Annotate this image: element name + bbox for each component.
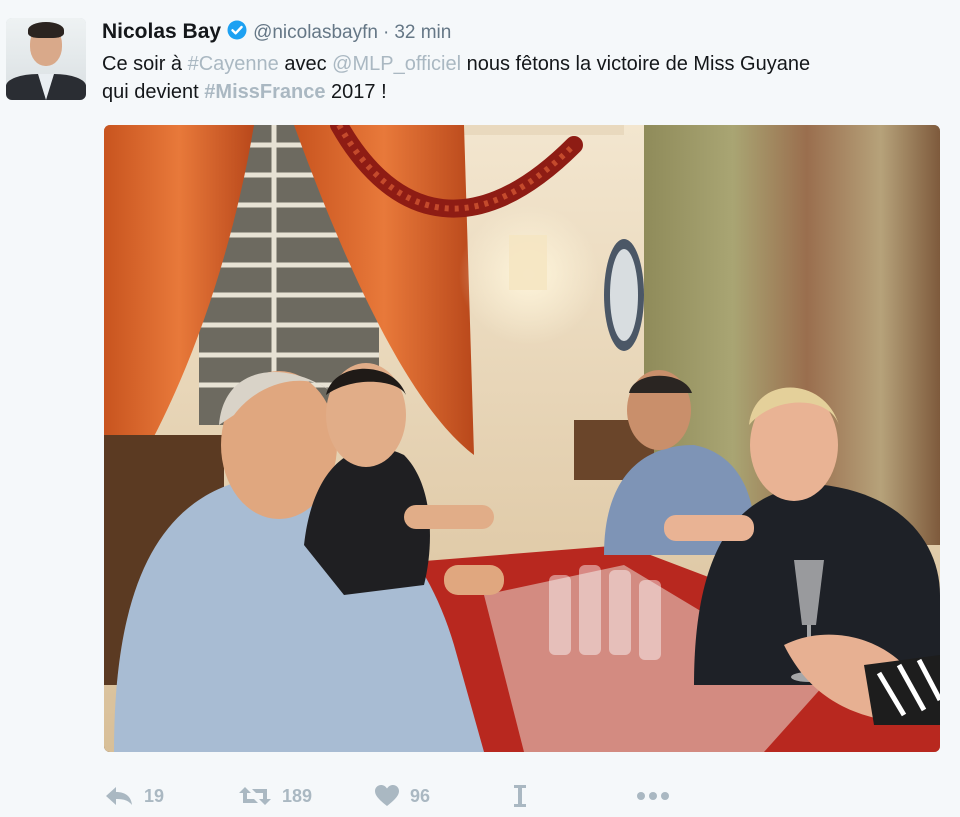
analytics-icon bbox=[513, 783, 527, 809]
tweet-actions: 19 189 96 bbox=[0, 778, 960, 814]
tweet: Nicolas Bay @nicolasbayfn · 32 min Ce so… bbox=[0, 0, 960, 817]
reply-icon bbox=[104, 785, 134, 807]
retweet-count: 189 bbox=[282, 785, 313, 806]
like-count: 96 bbox=[410, 785, 431, 806]
separator-dot: · bbox=[382, 22, 390, 43]
retweet-icon bbox=[238, 785, 272, 807]
tweet-timestamp[interactable]: 32 min bbox=[394, 22, 451, 44]
tweet-text-part: 2017 ! bbox=[325, 81, 387, 103]
reply-count: 19 bbox=[144, 785, 165, 806]
tweet-text-part: Ce soir à bbox=[102, 53, 188, 75]
tweet-text-part: qui devient bbox=[102, 81, 205, 103]
retweet-button[interactable]: 189 bbox=[238, 778, 312, 814]
verified-badge-icon bbox=[227, 20, 247, 40]
reply-button[interactable]: 19 bbox=[104, 778, 164, 814]
more-dots-icon bbox=[636, 791, 670, 801]
hashtag-link[interactable]: #Cayenne bbox=[188, 53, 279, 75]
tweet-text-part: nous fêtons la victoire de Miss Guyane bbox=[461, 53, 811, 75]
avatar[interactable] bbox=[6, 18, 86, 100]
heart-icon bbox=[374, 784, 400, 808]
tweet-photo[interactable] bbox=[104, 125, 940, 752]
author-handle[interactable]: @nicolasbayfn bbox=[253, 22, 378, 44]
like-button[interactable]: 96 bbox=[374, 778, 430, 814]
author-name[interactable]: Nicolas Bay bbox=[102, 20, 221, 44]
tweet-text-part: avec bbox=[278, 53, 333, 75]
hashtag-link[interactable]: #MissFrance bbox=[204, 81, 325, 103]
more-options-button[interactable] bbox=[636, 778, 670, 814]
tweet-text: Ce soir à #Cayenne avec @MLP_officiel no… bbox=[102, 50, 942, 106]
analytics-button[interactable] bbox=[513, 778, 527, 814]
tweet-header: Nicolas Bay @nicolasbayfn · 32 min bbox=[102, 18, 451, 48]
mention-link[interactable]: @MLP_officiel bbox=[332, 53, 461, 75]
